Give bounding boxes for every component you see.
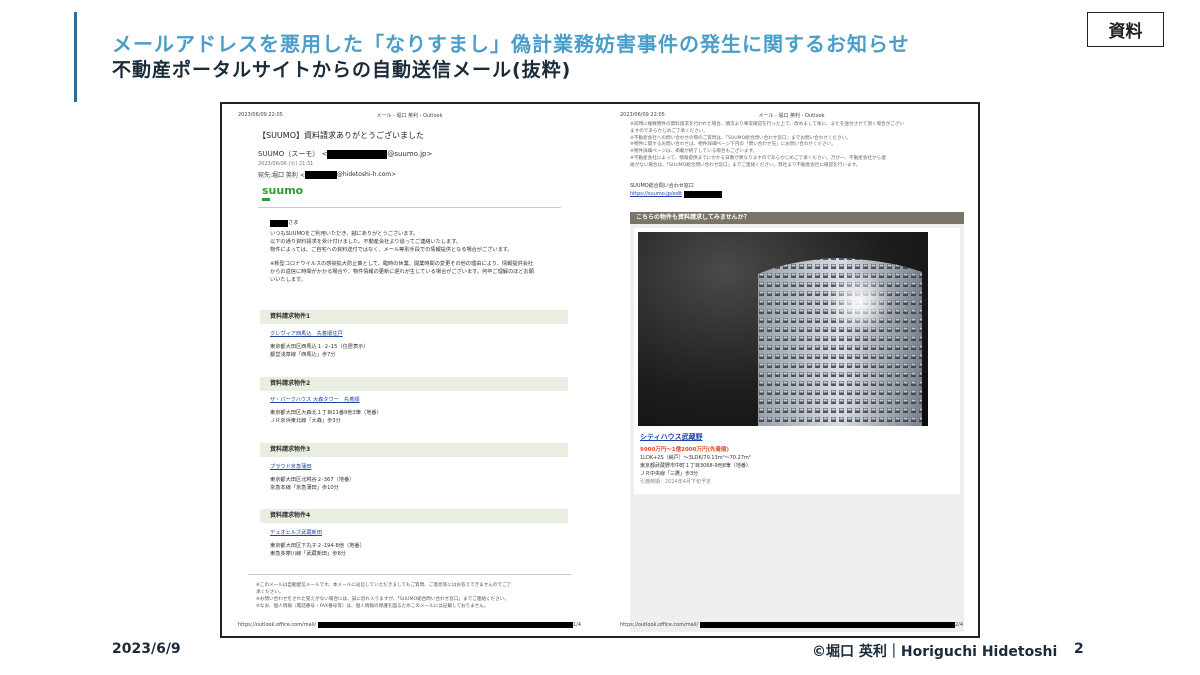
property-heading: 資料請求物件2 xyxy=(260,377,568,391)
logo-underline xyxy=(262,198,270,201)
greeting: さま xyxy=(270,219,567,227)
recommended-property-link[interactable]: シティハウス武蔵野 xyxy=(640,432,703,442)
body-line: 以下の通り資料請求を受け付けました。不動産会社より追ってご連絡いたします。 xyxy=(270,239,462,245)
notice-line: からの返信に時間がかかる場合や、物件情報の更新に遅れが生じている場合がございます… xyxy=(270,269,534,275)
property-link[interactable]: ザ・パークハウス 大森タワー 先着順 xyxy=(270,396,567,404)
property-heading: 資料請求物件1 xyxy=(260,310,568,324)
property-heading: 資料請求物件4 xyxy=(260,509,568,523)
footer-note: 承ください。 xyxy=(256,590,284,595)
note-line: ※不動産会社によって、情報提供までにかかる日数が異なりますのであらかじめご了承く… xyxy=(630,155,886,161)
body-line: 物件によっては、ご自宅への資料送付ではなく、メール等別手段での情報提供となる場合… xyxy=(270,247,513,253)
recommendation-card[interactable]: シティハウス武蔵野 9900万円～1億2000万円(先着順) 1LDK+2S（納… xyxy=(634,228,960,494)
note-line: 絡がない場合は、「SUUMO総合問い合わせ窓口」までご連絡ください。弊社より不動… xyxy=(630,162,861,168)
property-photo[interactable] xyxy=(638,232,928,426)
body-line: いつもSUUMOをご利用いただき、誠にありがとうございます。 xyxy=(270,231,419,237)
redaction-bar xyxy=(684,190,723,198)
accent-bar xyxy=(74,12,77,102)
property-station: ＪＲ京浜東北線「大森」歩3分 xyxy=(270,418,341,424)
recommended-address: 東京都武蔵野市中町１丁目3068-9他8筆（地番） xyxy=(640,463,751,469)
page-header: 2023/06/09 22:05 メール - 堀口 英利 - Outlook xyxy=(238,112,581,119)
email-sender: SUUMO（スーモ） < @suumo.jp> xyxy=(258,149,432,159)
email-page-left: 2023/06/09 22:05 メール - 堀口 英利 - Outlook 【… xyxy=(232,104,587,636)
email-footer-notes: ※このメールは自動配信メールです。本メールに返信していただきましてもご質問、ご意… xyxy=(256,582,573,610)
property-address: 東京都大田区西馬込１-２-15（住居表示） xyxy=(270,344,369,350)
recommended-layout: 1LDK+2S（納戸）～3LDK/70.13m²～70.27m² xyxy=(640,455,751,461)
sender-domain: @suumo.jp> xyxy=(387,150,433,158)
footer-page-number: 1/4 xyxy=(572,622,581,628)
redaction-bar xyxy=(700,622,955,628)
property-address: 東京都大田区大森北１丁目11番9他3筆（地番） xyxy=(270,410,382,416)
property-address: 東京都大田区下丸子２-194-8他（地番） xyxy=(270,543,365,549)
greeting-suffix: さま xyxy=(288,220,299,226)
email-body: さま いつもSUUMOをご利用いただき、誠にありがとうございます。 以下の通り資… xyxy=(270,219,567,284)
page-header: 2023/06/09 22:05 メール - 堀口 英利 - Outlook xyxy=(620,112,963,119)
note-line: ますのであらかじめご了承ください。 xyxy=(630,128,709,134)
page-footer: https://outlook.office.com/mail/ 1/4 xyxy=(238,622,581,628)
slide-subtitle: 不動産ポータルサイトからの自動送信メール(抜粋) xyxy=(112,59,572,81)
property-block: ザ・パークハウス 大森タワー 先着順 東京都大田区大森北１丁目11番9他3筆（地… xyxy=(270,396,567,425)
email-notes: ※同時に複数物件の資料請求を行われた場合、順次より事実確認を行った上で、改めまし… xyxy=(630,122,953,170)
email-recipient: 宛先:堀口 英利 < @hidetoshi-h.com> xyxy=(258,170,396,179)
divider xyxy=(258,207,561,208)
footer-url: https://outlook.office.com/mail/ xyxy=(620,622,699,628)
sender-name: SUUMO（スーモ） < xyxy=(258,150,328,158)
property-block: プラウド京急蒲田 東京都大田区北糀谷２-367（地番） 京急本線「京急蒲田」歩1… xyxy=(270,463,567,492)
property-link[interactable]: デュオヒルズ武蔵新田 xyxy=(270,529,567,537)
redaction-bar xyxy=(318,622,573,628)
redaction-bar xyxy=(270,219,288,227)
document-badge: 資料 xyxy=(1087,12,1164,47)
page-footer: https://outlook.office.com/mail/ 2/4 xyxy=(620,622,963,628)
property-heading: 資料請求物件3 xyxy=(260,443,568,457)
contact-label: SUUMO総合問い合わせ窓口 xyxy=(630,183,694,189)
building-illustration xyxy=(750,254,926,426)
header-title: メール - 堀口 英利 - Outlook xyxy=(376,113,443,119)
contact-link[interactable]: https://suumo.jp/edit xyxy=(630,190,682,198)
recommended-price: 9900万円～1億2000万円(先着順) xyxy=(640,447,729,453)
contact-section: SUUMO総合問い合わせ窓口 https://suumo.jp/edit xyxy=(630,182,723,198)
property-link[interactable]: クレヴィア西馬込 先着順住戸 xyxy=(270,330,567,338)
slide-credit: ©堀口 英利｜Horiguchi Hidetoshi xyxy=(812,644,1058,660)
divider xyxy=(248,574,571,575)
email-subject: 【SUUMO】資料請求ありがとうございました xyxy=(258,131,424,140)
note-line: ※同時に複数物件の資料請求を行われた場合、順次より事実確認を行った上で、改めまし… xyxy=(630,122,905,127)
email-date: 2023/06/06 (火) 21:31 xyxy=(258,161,314,167)
property-block: クレヴィア西馬込 先着順住戸 東京都大田区西馬込１-２-15（住居表示） 都営浅… xyxy=(270,330,567,359)
slide-page-number: 2 xyxy=(1074,641,1084,657)
footer-note: ※お問い合わせをされた覚えがない場合には、誠に恐れ入りますが、「SUUMO総合問… xyxy=(256,597,509,602)
footer-note: ※なお、個人情報（電話番号・FAX番号等）は、個人情報の保護を図るためこのメール… xyxy=(256,604,489,609)
screenshot-frame: 2023/06/09 22:05 メール - 堀口 英利 - Outlook 【… xyxy=(220,102,980,638)
note-line: ※物件詳細ページは、掲載が終了している場合もございます。 xyxy=(630,149,758,155)
property-station: 東急多摩川線「武蔵新田」歩8分 xyxy=(270,551,346,557)
suumo-logo: suumo xyxy=(262,184,304,197)
recommended-station: ＪＲ中央線「三鷹」歩3分 xyxy=(640,471,699,477)
property-station: 京急本線「京急蒲田」歩10分 xyxy=(270,485,339,491)
recommendation-heading: こちらの物件も資料請求してみませんか？ xyxy=(630,212,964,224)
notice-line: いいたします。 xyxy=(270,277,306,283)
footer-page-number: 2/4 xyxy=(954,622,963,628)
recommended-details: 1LDK+2S（納戸）～3LDK/70.13m²～70.27m² 東京都武蔵野市… xyxy=(640,454,751,486)
property-link[interactable]: プラウド京急蒲田 xyxy=(270,463,567,471)
notice-line: ※新型コロナウイルスの感染拡大防止策として、臨時の休業、開業時間の変更その他の理… xyxy=(270,261,533,267)
recommended-delivery: 引渡時期：2024年4月下旬予定 xyxy=(640,479,711,485)
recipient-domain: @hidetoshi-h.com> xyxy=(336,171,397,178)
recommendation-box: こちらの物件も資料請求してみませんか？ シティハウス武蔵野 9900万円～1億2… xyxy=(630,212,964,632)
slide-date: 2023/6/9 xyxy=(112,641,181,657)
slide-title: メールアドレスを悪用した「なりすまし」偽計業務妨害事件の発生に関するお知らせ xyxy=(112,32,910,56)
email-page-right: 2023/06/09 22:05 メール - 堀口 英利 - Outlook ※… xyxy=(614,104,969,636)
property-block: デュオヒルズ武蔵新田 東京都大田区下丸子２-194-8他（地番） 東急多摩川線「… xyxy=(270,529,567,558)
footer-url: https://outlook.office.com/mail/ xyxy=(238,622,317,628)
redaction-bar xyxy=(327,149,388,159)
property-address: 東京都大田区北糀谷２-367（地番） xyxy=(270,477,355,483)
redaction-bar xyxy=(304,170,337,179)
footer-note: ※このメールは自動配信メールです。本メールに返信していただきましてもご質問、ご意… xyxy=(256,583,512,588)
header-title: メール - 堀口 英利 - Outlook xyxy=(758,113,825,119)
recipient-prefix: 宛先:堀口 英利 < xyxy=(258,172,305,179)
property-station: 都営浅草線「西馬込」歩7分 xyxy=(270,352,336,358)
